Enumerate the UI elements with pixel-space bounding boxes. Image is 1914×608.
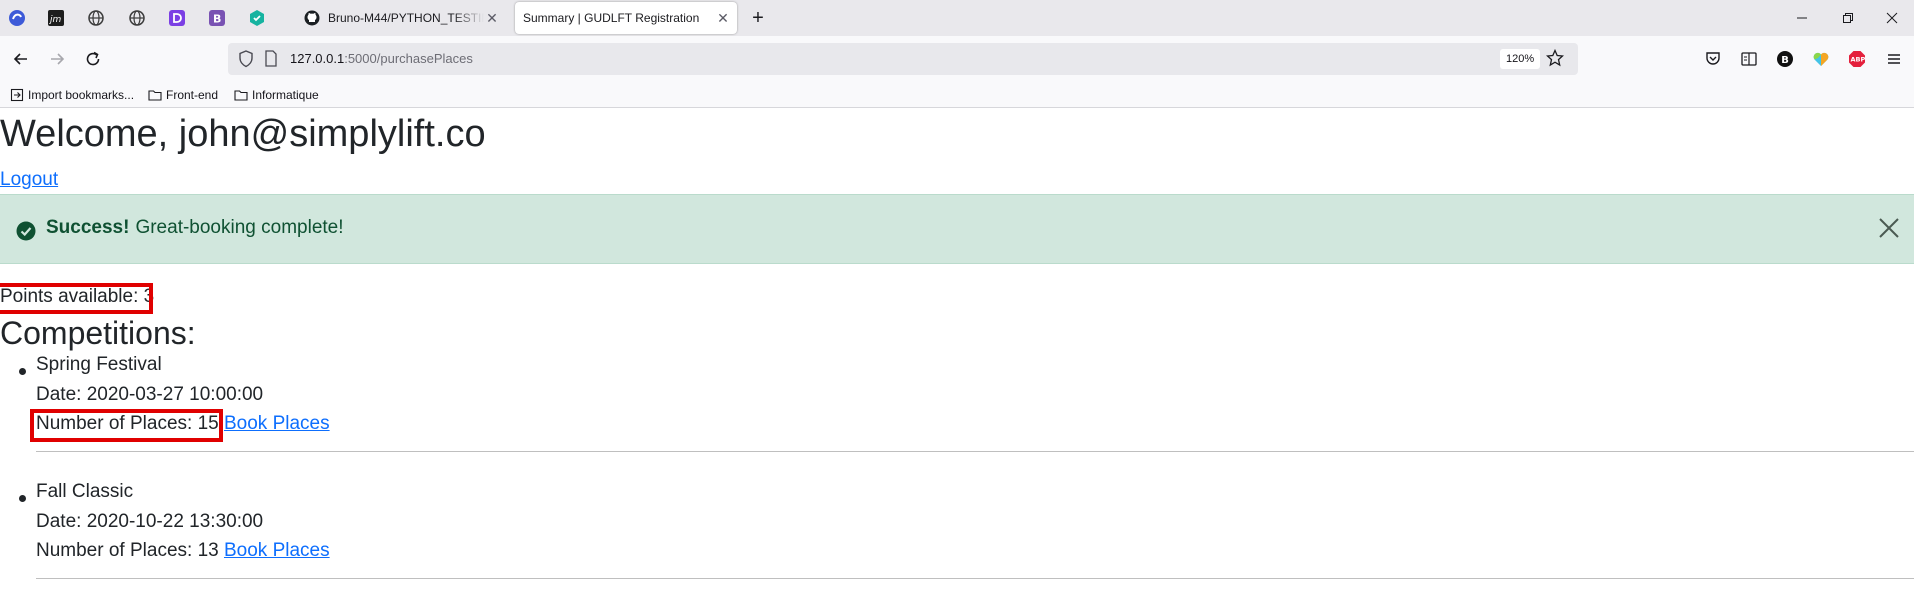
tab-title: Summary | GUDLFT Registration: [523, 11, 700, 25]
folder-icon: [234, 90, 248, 101]
reload-icon[interactable]: [82, 48, 104, 70]
zoom-indicator[interactable]: 120%: [1500, 49, 1541, 69]
minimize-icon[interactable]: [1780, 0, 1824, 36]
pinned-tab-hexagon-icon[interactable]: [247, 8, 267, 28]
alert-text: Great-booking complete!: [135, 217, 344, 238]
close-tab-icon[interactable]: ✕: [715, 10, 731, 26]
pinned-tab-globe-icon[interactable]: [127, 8, 147, 28]
close-alert-icon[interactable]: [1876, 215, 1902, 241]
address-bar[interactable]: 127.0.0.1:5000/purchasePlaces 120%: [228, 43, 1578, 75]
pinned-tab-jm-icon[interactable]: jm: [46, 8, 66, 28]
points-highlight-box: [0, 283, 153, 314]
check-circle-icon: [16, 221, 36, 241]
bookmarks-toolbar: Import bookmarks... Front-end Informatiq…: [0, 82, 1914, 108]
hamburger-menu-icon[interactable]: [1884, 49, 1904, 69]
nav-toolbar: 127.0.0.1:5000/purchasePlaces 120% B ABP: [0, 36, 1914, 82]
competition-date: Date: 2020-03-27 10:00:00: [36, 384, 264, 405]
list-bullet: [19, 495, 26, 502]
reader-view-icon[interactable]: [1739, 49, 1759, 69]
bookmark-folder-informatique[interactable]: Informatique: [234, 87, 319, 103]
close-tab-icon[interactable]: ✕: [484, 10, 500, 26]
import-icon: [10, 88, 24, 102]
competition-places-row: Number of Places: 13 Book Places: [36, 540, 330, 562]
success-alert: Success! Great-booking complete!: [0, 194, 1914, 264]
tab-title: Bruno-M44/PYTHON_TESTING: Ga: [328, 11, 484, 25]
extension-b-icon[interactable]: B: [1775, 49, 1795, 69]
extension-b-label: B: [1781, 55, 1789, 66]
places-highlight-box: [30, 409, 223, 442]
adblock-plus-icon[interactable]: ABP: [1847, 49, 1867, 69]
welcome-heading: Welcome, john@simplylift.co: [0, 113, 486, 155]
pinned-tab-globe-icon[interactable]: [86, 8, 106, 28]
page-content: Welcome, john@simplylift.co Logout Succe…: [0, 108, 1914, 608]
divider: [36, 578, 1914, 579]
bookmark-star-icon[interactable]: [1546, 49, 1564, 67]
pinned-tab-bootstrap-icon[interactable]: B: [207, 8, 227, 28]
page-icon[interactable]: [264, 50, 278, 68]
tab-bar: jm B Bruno-M44/PYTHON_TESTING: Ga ✕ Summ…: [0, 0, 1914, 36]
competition-list: Spring Festival Date: 2020-03-27 10:00:0…: [0, 354, 1914, 608]
url-text[interactable]: 127.0.0.1:5000/purchasePlaces: [290, 51, 473, 66]
book-places-link[interactable]: Book Places: [224, 540, 330, 561]
svg-text:jm: jm: [48, 15, 62, 25]
pocket-icon[interactable]: [1703, 49, 1723, 69]
pinned-tab-blue-icon[interactable]: [7, 8, 27, 28]
back-arrow-icon[interactable]: [10, 48, 32, 70]
github-icon: [304, 10, 320, 26]
competition-date: Date: 2020-10-22 13:30:00: [36, 511, 264, 532]
list-bullet: [19, 368, 26, 375]
alert-title: Success!: [46, 217, 130, 238]
svg-text:B: B: [213, 13, 221, 26]
adblock-label: ABP: [1851, 56, 1866, 64]
extension-heart-icon[interactable]: [1811, 49, 1831, 69]
bookmark-label: Informatique: [252, 88, 319, 102]
competitions-heading: Competitions:: [0, 315, 196, 351]
competition-name: Fall Classic: [36, 481, 134, 502]
bookmark-import[interactable]: Import bookmarks...: [10, 87, 134, 103]
close-window-icon[interactable]: [1870, 0, 1914, 36]
book-places-link[interactable]: Book Places: [224, 413, 330, 434]
folder-icon: [148, 90, 162, 101]
competition-name: Spring Festival: [36, 354, 162, 375]
alert-message: Success! Great-booking complete!: [46, 217, 344, 239]
divider: [36, 451, 1914, 452]
competition-item: Fall Classic Date: 2020-10-22 13:30:00 N…: [0, 481, 1914, 608]
forward-arrow-icon[interactable]: [46, 48, 68, 70]
tab-summary[interactable]: Summary | GUDLFT Registration ✕: [515, 2, 737, 34]
logout-link[interactable]: Logout: [0, 169, 58, 191]
bookmark-folder-front-end[interactable]: Front-end: [148, 87, 218, 103]
new-tab-button[interactable]: +: [748, 8, 768, 28]
url-host: 127.0.0.1: [290, 51, 345, 66]
restore-icon[interactable]: [1826, 0, 1870, 36]
url-path: :5000/purchasePlaces: [344, 51, 473, 66]
bookmark-label: Front-end: [166, 88, 219, 102]
tab-github[interactable]: Bruno-M44/PYTHON_TESTING: Ga ✕: [292, 2, 506, 34]
competition-item: Spring Festival Date: 2020-03-27 10:00:0…: [0, 354, 1914, 481]
bookmark-label: Import bookmarks...: [28, 88, 135, 102]
competition-places: Number of Places: 13: [36, 540, 219, 561]
pinned-tab-purple-d-icon[interactable]: [167, 8, 187, 28]
shield-icon[interactable]: [238, 50, 254, 68]
